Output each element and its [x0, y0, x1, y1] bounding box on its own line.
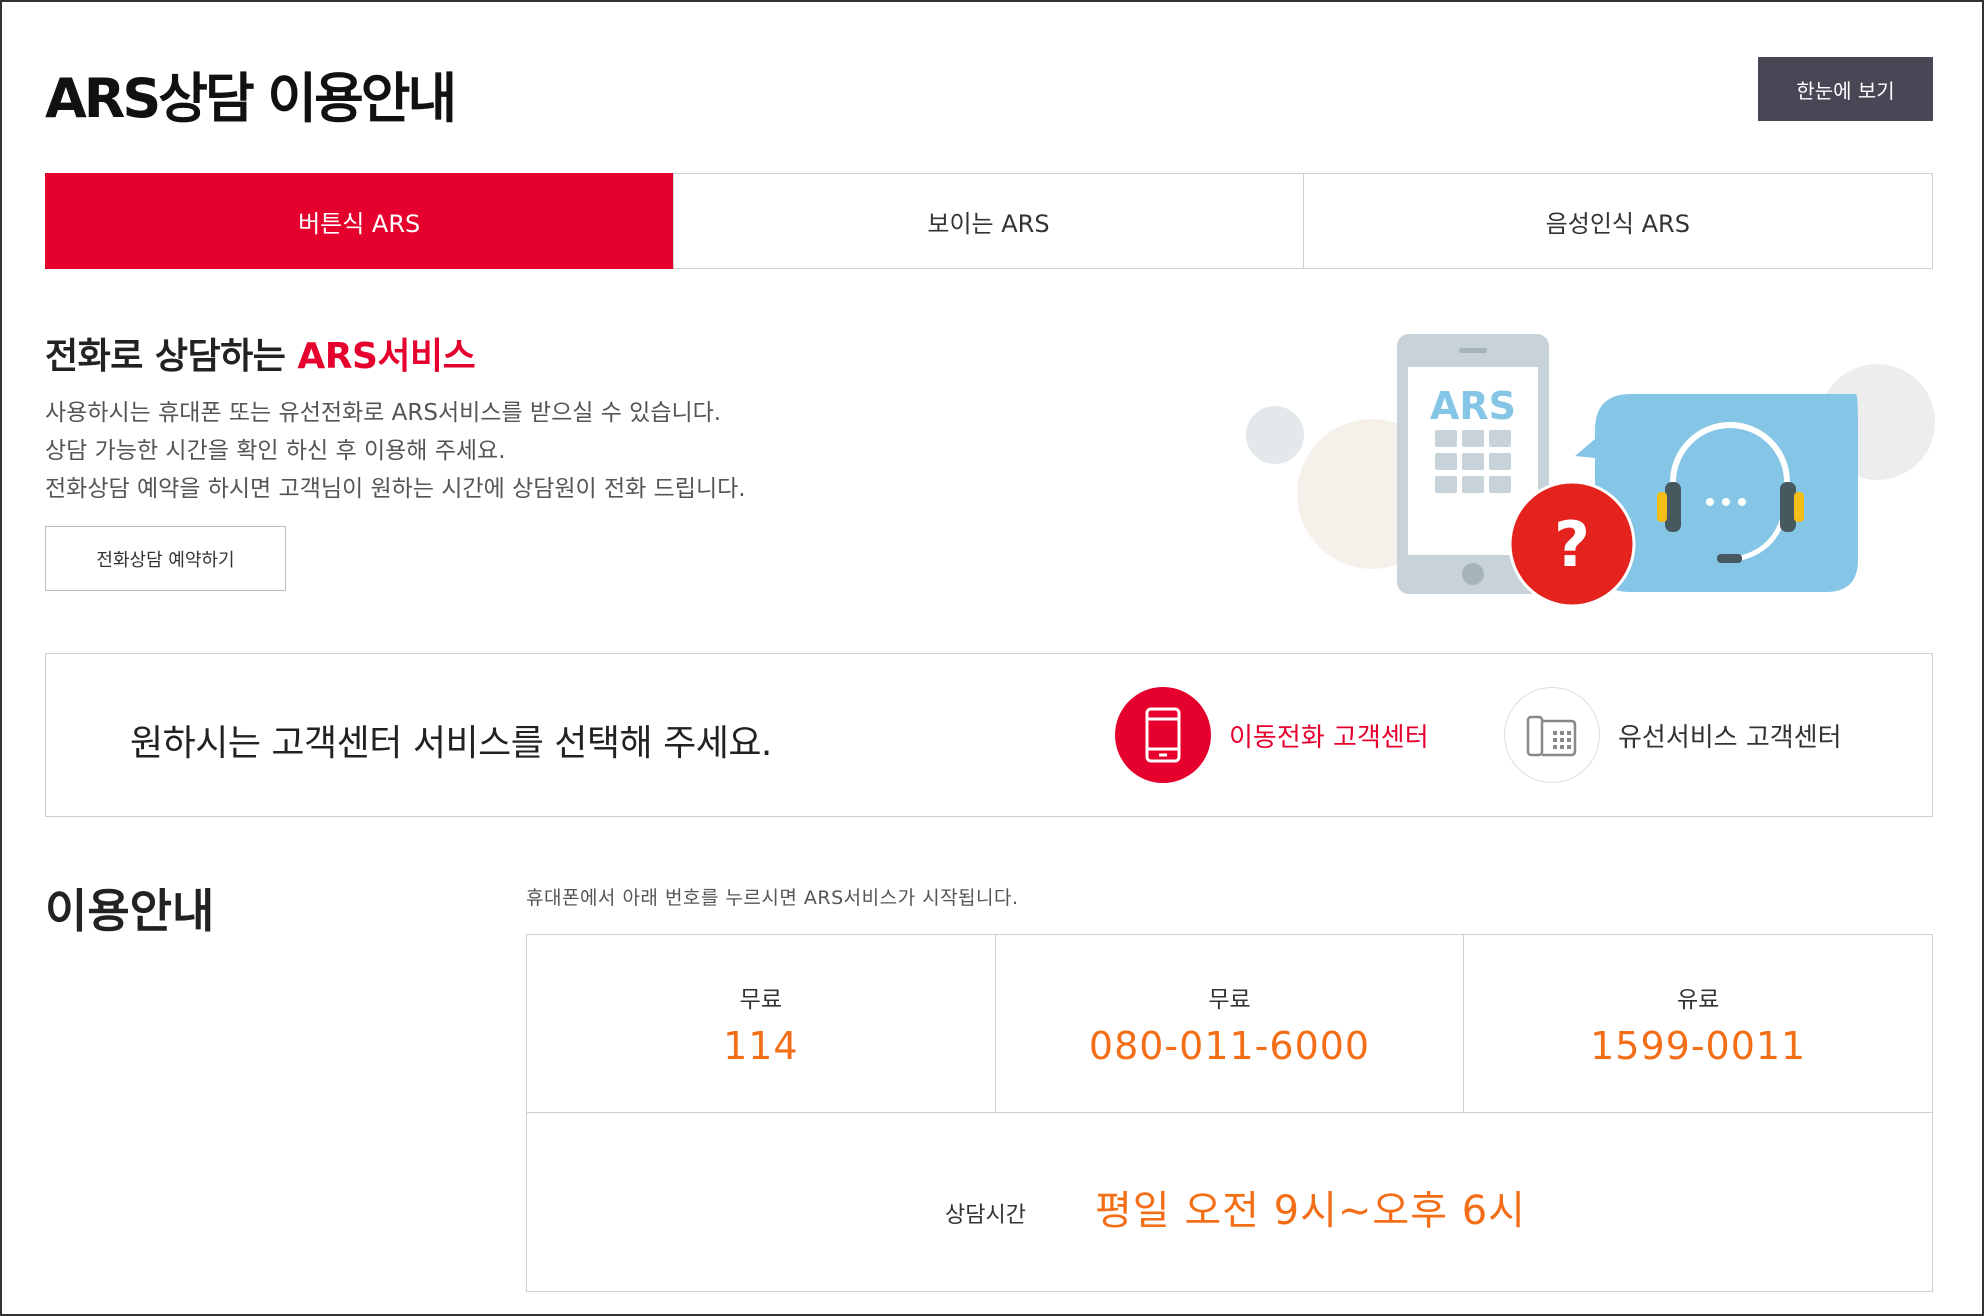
number-cell: 무료 080-011-6000	[994, 935, 1464, 1112]
ars-type-tabs: 버튼식 ARS 보이는 ARS 음성인식 ARS	[45, 173, 1933, 269]
guide-note: 휴대폰에서 아래 번호를 누르시면 ARS서비스가 시작됩니다.	[526, 887, 1019, 909]
tab-visible-ars[interactable]: 보이는 ARS	[673, 174, 1303, 268]
number-type: 무료	[739, 987, 782, 1013]
service-select-box: 원하시는 고객센터 서비스를 선택해 주세요. 이동전화 고객센터 유선서비스 …	[45, 653, 1933, 817]
intro-line: 전화상담 예약을 하시면 고객님이 원하는 시간에 상담원이 전화 드립니다.	[45, 476, 746, 502]
wired-center-label: 유선서비스 고객센터	[1618, 722, 1842, 753]
mobile-phone-icon	[1145, 707, 1181, 763]
mobile-circle	[1115, 687, 1211, 783]
guide-table: 무료 114 무료 080-011-6000 유료 1599-0011 상담시간…	[526, 934, 1933, 1292]
intro-description: 사용하시는 휴대폰 또는 유선전화로 ARS서비스를 받으실 수 있습니다. 상…	[45, 394, 746, 508]
tab-voice-ars[interactable]: 음성인식 ARS	[1302, 174, 1932, 268]
number-row: 무료 114 무료 080-011-6000 유료 1599-0011	[527, 935, 1932, 1113]
hours-row: 상담시간 평일 오전 9시~오후 6시	[527, 1113, 1932, 1293]
question-mark-text: ?	[1554, 508, 1590, 581]
service-prompt: 원하시는 고객센터 서비스를 선택해 주세요.	[130, 723, 772, 764]
keypad-icon	[1435, 430, 1511, 493]
number-cell: 무료 114	[527, 935, 995, 1112]
guide-title: 이용안내	[45, 884, 215, 938]
phone-number: 1599-0011	[1590, 1024, 1807, 1068]
phone-number: 114	[723, 1024, 799, 1068]
hours-label: 상담시간	[945, 1203, 1026, 1228]
wired-circle	[1504, 687, 1600, 783]
wired-center-option[interactable]: 유선서비스 고객센터	[1504, 687, 1842, 783]
number-type: 유료	[1677, 987, 1720, 1013]
phone-number: 080-011-6000	[1088, 1024, 1371, 1068]
intro-heading: 전화로 상담하는 ARS서비스	[45, 327, 476, 379]
intro-heading-accent: ARS서비스	[297, 336, 476, 377]
intro-heading-prefix: 전화로 상담하는	[45, 336, 298, 377]
number-cell: 유료 1599-0011	[1463, 935, 1932, 1112]
page-frame: ARS상담 이용안내 한눈에 보기 버튼식 ARS 보이는 ARS 음성인식 A…	[0, 0, 1984, 1316]
intro-line: 사용하시는 휴대폰 또는 유선전화로 ARS서비스를 받으실 수 있습니다.	[45, 400, 722, 426]
mobile-center-label: 이동전화 고객센터	[1229, 722, 1429, 753]
question-icon: ?	[1508, 480, 1636, 608]
landline-phone-icon	[1526, 715, 1577, 757]
number-type: 무료	[1208, 987, 1251, 1013]
page-title: ARS상담 이용안내	[45, 67, 457, 130]
mobile-center-option[interactable]: 이동전화 고객센터	[1115, 687, 1429, 783]
view-all-button[interactable]: 한눈에 보기	[1758, 57, 1933, 121]
phone-ars-text: ARS	[1430, 384, 1516, 428]
tab-button-ars[interactable]: 버튼식 ARS	[45, 173, 674, 269]
reserve-call-button[interactable]: 전화상담 예약하기	[45, 526, 286, 591]
decor-circle	[1246, 406, 1304, 464]
hours-value: 평일 오전 9시~오후 6시	[1095, 1188, 1526, 1234]
intro-line: 상담 가능한 시간을 확인 하신 후 이용해 주세요.	[45, 438, 506, 464]
ars-illustration: ARS ?	[1246, 334, 1935, 608]
